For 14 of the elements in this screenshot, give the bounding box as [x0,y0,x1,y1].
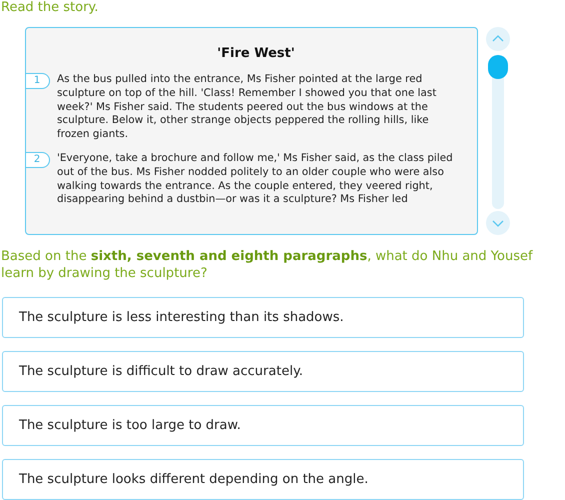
scrollbar-thumb[interactable] [488,55,508,79]
answer-option[interactable]: The sculpture looks different depending on the angle. [2,459,524,500]
story-paragraph: As the bus pulled into the entrance, Ms Fisher pointed at the large red sculpture on top of the hill. 'Class! Remember I showed you that one last week?' Ms Fisher said. The students peered out the bus windows at the sculpture. Below it, other strange objects peppered the rolling hills, like frozen giants. [57,73,438,142]
answer-option[interactable]: The sculpture is difficult to draw accurately. [2,351,524,392]
paragraph-number: 1 [26,73,50,89]
instruction-text: Read the story. [0,0,100,15]
answer-option[interactable]: The sculpture is too large to draw. [2,405,524,446]
story-title: 'Fire West' [216,46,296,61]
story-paragraph: 'Everyone, take a brochure and follow me,' Ms Fisher said, as the class piled out of the bus. Ms Fisher nodded politely to an older couple who were also walking towards the entrance. As the couple entered, they veered right, disappearing behind a dustbin—or was it a sculpture? Ms Fisher led [57,152,454,208]
scroll-up-icon[interactable] [486,27,510,51]
question-text: Based on the sixth, seventh and eighth paragraphs, what do Nhu and Yousef learn by drawing the sculpture? [1,248,534,282]
paragraph-number: 2 [26,152,50,168]
scroll-down-icon[interactable] [486,211,510,235]
answer-option[interactable]: The sculpture is less interesting than its shadows. [2,297,524,338]
